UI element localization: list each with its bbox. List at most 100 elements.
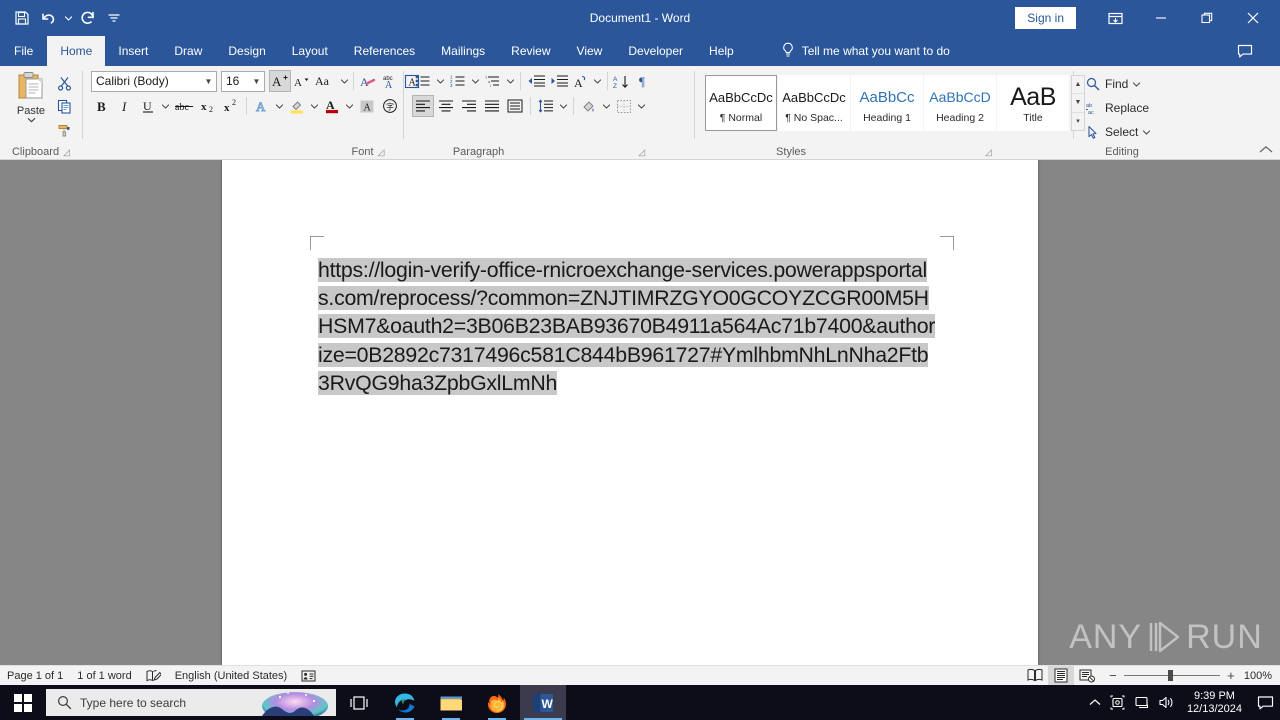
undo-icon[interactable]	[36, 6, 60, 30]
justify-button[interactable]	[481, 95, 503, 117]
redo-icon[interactable]	[76, 6, 100, 30]
font-name-combobox[interactable]: Calibri (Body) ▼	[91, 70, 217, 92]
styles-dialog-launcher[interactable]: ◿	[985, 147, 992, 158]
undo-dropdown-icon[interactable]	[62, 6, 74, 30]
view-print-layout-button[interactable]	[1047, 665, 1074, 686]
style-normal[interactable]: AaBbCcDc ¶ Normal	[705, 75, 777, 131]
multilevel-list-button[interactable]: 1ai	[482, 70, 504, 92]
screen-capture-icon[interactable]	[1107, 685, 1131, 720]
file-explorer-icon[interactable]	[428, 685, 474, 720]
tab-insert[interactable]: Insert	[105, 36, 161, 66]
borders-dropdown-icon[interactable]	[636, 95, 647, 117]
action-center-icon[interactable]	[1250, 685, 1280, 720]
character-shading-button[interactable]: A	[356, 95, 378, 117]
style-title[interactable]: AaB Title	[997, 75, 1069, 131]
enclose-characters-button[interactable]: 字	[379, 95, 401, 117]
sign-in-button[interactable]: Sign in	[1015, 7, 1076, 29]
text-effects-dropdown-icon[interactable]	[274, 95, 285, 117]
volume-icon[interactable]	[1155, 685, 1179, 720]
style-heading-2[interactable]: AaBbCcD Heading 2	[924, 75, 996, 131]
word-count[interactable]: 1 of 1 word	[70, 666, 138, 686]
multilevel-dropdown-icon[interactable]	[505, 70, 516, 92]
zoom-level[interactable]: 100%	[1244, 670, 1280, 682]
cortana-icon[interactable]	[258, 689, 332, 716]
language-indicator[interactable]: English (United States)	[168, 666, 295, 686]
paragraph-dialog-launcher[interactable]: ◿	[638, 147, 645, 158]
tab-mailings[interactable]: Mailings	[428, 36, 498, 66]
bullets-dropdown-icon[interactable]	[435, 70, 446, 92]
tab-file[interactable]: File	[0, 36, 48, 66]
zoom-thumb[interactable]	[1167, 670, 1173, 681]
bullets-button[interactable]	[412, 70, 434, 92]
east-asian-dropdown-icon[interactable]	[592, 70, 603, 92]
selected-text-run[interactable]: https://login-verify-office-rnicroexchan…	[318, 258, 935, 395]
zoom-out-button[interactable]: −	[1108, 668, 1118, 683]
comment-icon[interactable]	[1222, 36, 1268, 66]
clipboard-dialog-launcher[interactable]: ◿	[63, 147, 70, 158]
strikethrough-button[interactable]: abc	[172, 95, 196, 117]
minimize-icon[interactable]	[1138, 3, 1184, 33]
tab-home[interactable]: Home	[47, 36, 106, 66]
tab-developer[interactable]: Developer	[615, 36, 696, 66]
task-view-icon[interactable]	[336, 685, 382, 720]
font-dialog-launcher[interactable]: ◿	[378, 147, 385, 158]
restore-icon[interactable]	[1184, 3, 1230, 33]
paste-button[interactable]: Paste	[9, 70, 53, 140]
tab-references[interactable]: References	[341, 36, 428, 66]
font-size-combobox[interactable]: 16 ▼	[221, 70, 265, 92]
numbering-button[interactable]: 123	[447, 70, 469, 92]
format-painter-button[interactable]	[53, 118, 75, 140]
increase-indent-button[interactable]	[548, 70, 570, 92]
replace-button[interactable]: ab ac Replace	[1083, 97, 1152, 119]
zoom-slider[interactable]: − +	[1100, 668, 1244, 683]
text-effects-button[interactable]: A	[251, 95, 273, 117]
customize-qat-icon[interactable]	[102, 6, 126, 30]
east-asian-layout-button[interactable]: A	[571, 70, 591, 92]
zoom-track[interactable]	[1123, 670, 1220, 681]
superscript-button[interactable]: x2	[220, 95, 242, 117]
view-web-layout-button[interactable]	[1074, 666, 1100, 686]
proofing-errors-icon[interactable]	[139, 666, 168, 686]
font-color-button[interactable]: A	[321, 95, 343, 117]
distributed-button[interactable]	[504, 95, 526, 117]
firefox-icon[interactable]	[474, 685, 520, 720]
document-body-text[interactable]: https://login-verify-office-rnicroexchan…	[318, 256, 938, 397]
font-size-dropdown-icon[interactable]: ▼	[249, 72, 264, 91]
bold-button[interactable]: B	[91, 95, 113, 117]
clear-formatting-icon[interactable]: A	[357, 70, 379, 92]
network-icon[interactable]	[1131, 685, 1155, 720]
line-spacing-dropdown-icon[interactable]	[558, 95, 569, 117]
shading-button[interactable]	[578, 95, 600, 117]
microsoft-edge-icon[interactable]	[382, 685, 428, 720]
phonetic-guide-icon[interactable]: abc A	[379, 70, 401, 92]
change-case-dropdown-icon[interactable]	[339, 70, 350, 92]
taskbar-search-input[interactable]: Type here to search	[46, 689, 336, 716]
start-button[interactable]	[0, 685, 46, 720]
change-case-icon[interactable]: Aa	[313, 70, 339, 92]
numbering-dropdown-icon[interactable]	[470, 70, 481, 92]
save-icon[interactable]	[10, 6, 34, 30]
select-button[interactable]: Select	[1083, 121, 1153, 143]
tab-design[interactable]: Design	[215, 36, 278, 66]
align-left-button[interactable]	[412, 95, 434, 117]
decrease-indent-button[interactable]	[525, 70, 547, 92]
cut-button[interactable]	[53, 72, 75, 94]
italic-button[interactable]: I	[114, 95, 136, 117]
copy-button[interactable]	[53, 95, 75, 117]
font-color-dropdown-icon[interactable]	[344, 95, 355, 117]
tab-review[interactable]: Review	[498, 36, 563, 66]
tell-me-search[interactable]: Tell me what you want to do	[781, 36, 950, 66]
tab-draw[interactable]: Draw	[161, 36, 215, 66]
taskbar-clock[interactable]: 9:39 PM 12/13/2024	[1179, 685, 1250, 720]
ribbon-display-options-icon[interactable]	[1092, 3, 1138, 33]
tab-view[interactable]: View	[564, 36, 616, 66]
highlight-dropdown-icon[interactable]	[309, 95, 320, 117]
show-formatting-marks-button[interactable]: ¶	[633, 70, 655, 92]
style-no-spacing[interactable]: AaBbCcDc ¶ No Spac...	[778, 75, 850, 131]
underline-dropdown-icon[interactable]	[160, 95, 171, 117]
align-right-button[interactable]	[458, 95, 480, 117]
borders-button[interactable]	[613, 95, 635, 117]
zoom-in-button[interactable]: +	[1226, 668, 1236, 683]
sort-button[interactable]: AZ	[612, 70, 632, 92]
document-page[interactable]: https://login-verify-office-rnicroexchan…	[222, 160, 1038, 665]
